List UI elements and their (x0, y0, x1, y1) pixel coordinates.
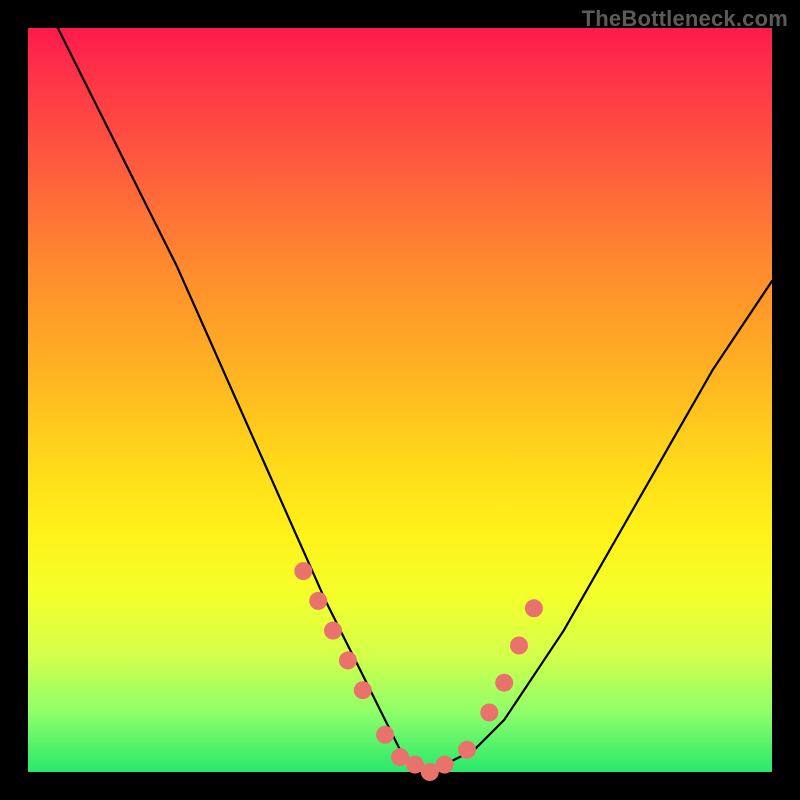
watermark-text: TheBottleneck.com (582, 6, 788, 32)
chart-frame: TheBottleneck.com (0, 0, 800, 800)
curve-svg (28, 28, 772, 772)
marker-dot (436, 756, 454, 774)
bottleneck-curve (58, 28, 772, 772)
marker-dot (510, 637, 528, 655)
marker-dot (309, 592, 327, 610)
marker-dot (376, 726, 394, 744)
marker-dot (294, 562, 312, 580)
marker-dot (339, 651, 357, 669)
marker-dot (495, 674, 513, 692)
marker-group (294, 562, 543, 781)
marker-dot (458, 741, 476, 759)
marker-dot (324, 622, 342, 640)
marker-dot (354, 681, 372, 699)
plot-area (28, 28, 772, 772)
marker-dot (525, 599, 543, 617)
marker-dot (480, 704, 498, 722)
